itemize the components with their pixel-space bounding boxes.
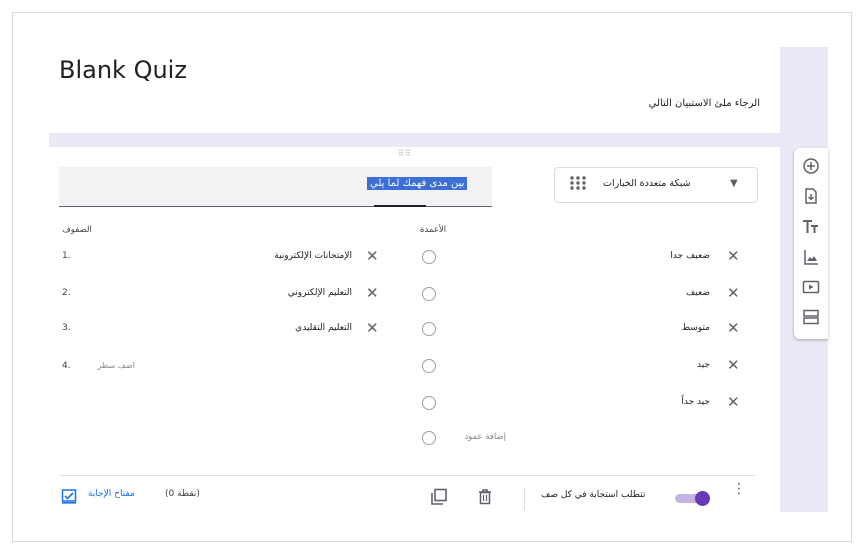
row-label[interactable]: الإمتحانات الإلكترونية [240, 251, 352, 261]
row-label[interactable]: التعليم الإلكتروني [240, 288, 352, 298]
row-number: 3. [62, 323, 71, 333]
row-number: 2. [62, 288, 71, 298]
frame-bottom-border [12, 541, 852, 542]
footer-divider [59, 475, 756, 476]
add-question-icon[interactable] [802, 157, 820, 175]
question-type-label: شبكة متعددة الخيارات [603, 178, 691, 189]
add-image-icon[interactable] [802, 248, 820, 266]
column-label[interactable]: ضعيف جدا [610, 251, 710, 261]
remove-column-icon[interactable]: ✕ [727, 321, 740, 336]
add-column-radio [422, 431, 436, 445]
form-title[interactable]: Blank Quiz [59, 56, 187, 84]
remove-row-icon[interactable]: ✕ [366, 321, 379, 336]
columns-header: الأعمدة [420, 225, 447, 235]
frame-top-border [12, 12, 852, 13]
add-video-icon[interactable] [802, 278, 820, 296]
more-options-icon[interactable]: ⋮ [732, 482, 746, 496]
column-radio [422, 359, 436, 373]
remove-column-icon[interactable]: ✕ [727, 395, 740, 410]
column-radio [422, 250, 436, 264]
remove-column-icon[interactable]: ✕ [727, 249, 740, 264]
chevron-down-icon: ▼ [730, 178, 738, 189]
require-response-toggle[interactable] [675, 491, 712, 506]
add-title-icon[interactable] [802, 218, 820, 236]
grid-icon [570, 176, 586, 190]
points-label: (نقطة 0) [165, 489, 200, 499]
page-background-strip [49, 133, 828, 147]
column-radio [422, 396, 436, 410]
duplicate-icon[interactable] [430, 488, 448, 506]
require-response-label: تتطلب استجابة في كل صف [541, 490, 646, 500]
column-label[interactable]: متوسط [610, 323, 710, 333]
drag-handle[interactable]: ⠿⠿ [398, 149, 412, 158]
form-description[interactable]: الرجاء ملئ الاستبيان التالي [560, 98, 760, 109]
side-toolbar [794, 148, 828, 339]
add-row-number: 4. [62, 361, 71, 371]
answer-key-icon[interactable] [61, 488, 77, 504]
remove-column-icon[interactable]: ✕ [727, 358, 740, 373]
column-label[interactable]: جيد جداً [610, 397, 710, 407]
answer-key-link[interactable]: مفتاح الإجابة [88, 489, 135, 499]
question-title-focus-underline [374, 205, 426, 207]
frame-right-border [851, 12, 852, 542]
row-number: 1. [62, 251, 71, 261]
row-label[interactable]: التعليم التقليدي [240, 323, 352, 333]
question-title-text[interactable]: بين مدى فهمك لما يلي [367, 177, 468, 190]
toggle-knob [695, 491, 710, 506]
delete-icon[interactable] [477, 488, 493, 506]
add-row-input[interactable]: اضف سطر [80, 361, 135, 370]
column-label[interactable]: جيد [610, 360, 710, 370]
rows-header: الصفوف [62, 225, 92, 235]
remove-row-icon[interactable]: ✕ [366, 286, 379, 301]
footer-separator [524, 488, 525, 510]
column-radio [422, 322, 436, 336]
remove-column-icon[interactable]: ✕ [727, 286, 740, 301]
add-section-icon[interactable] [802, 308, 820, 326]
remove-row-icon[interactable]: ✕ [366, 249, 379, 264]
column-radio [422, 287, 436, 301]
column-label[interactable]: ضعيف [610, 288, 710, 298]
import-questions-icon[interactable] [802, 187, 820, 205]
add-column-input[interactable]: إضافة عمود [446, 432, 506, 442]
frame-left-border [12, 12, 13, 542]
question-type-dropdown[interactable]: ▼ شبكة متعددة الخيارات [554, 167, 758, 203]
